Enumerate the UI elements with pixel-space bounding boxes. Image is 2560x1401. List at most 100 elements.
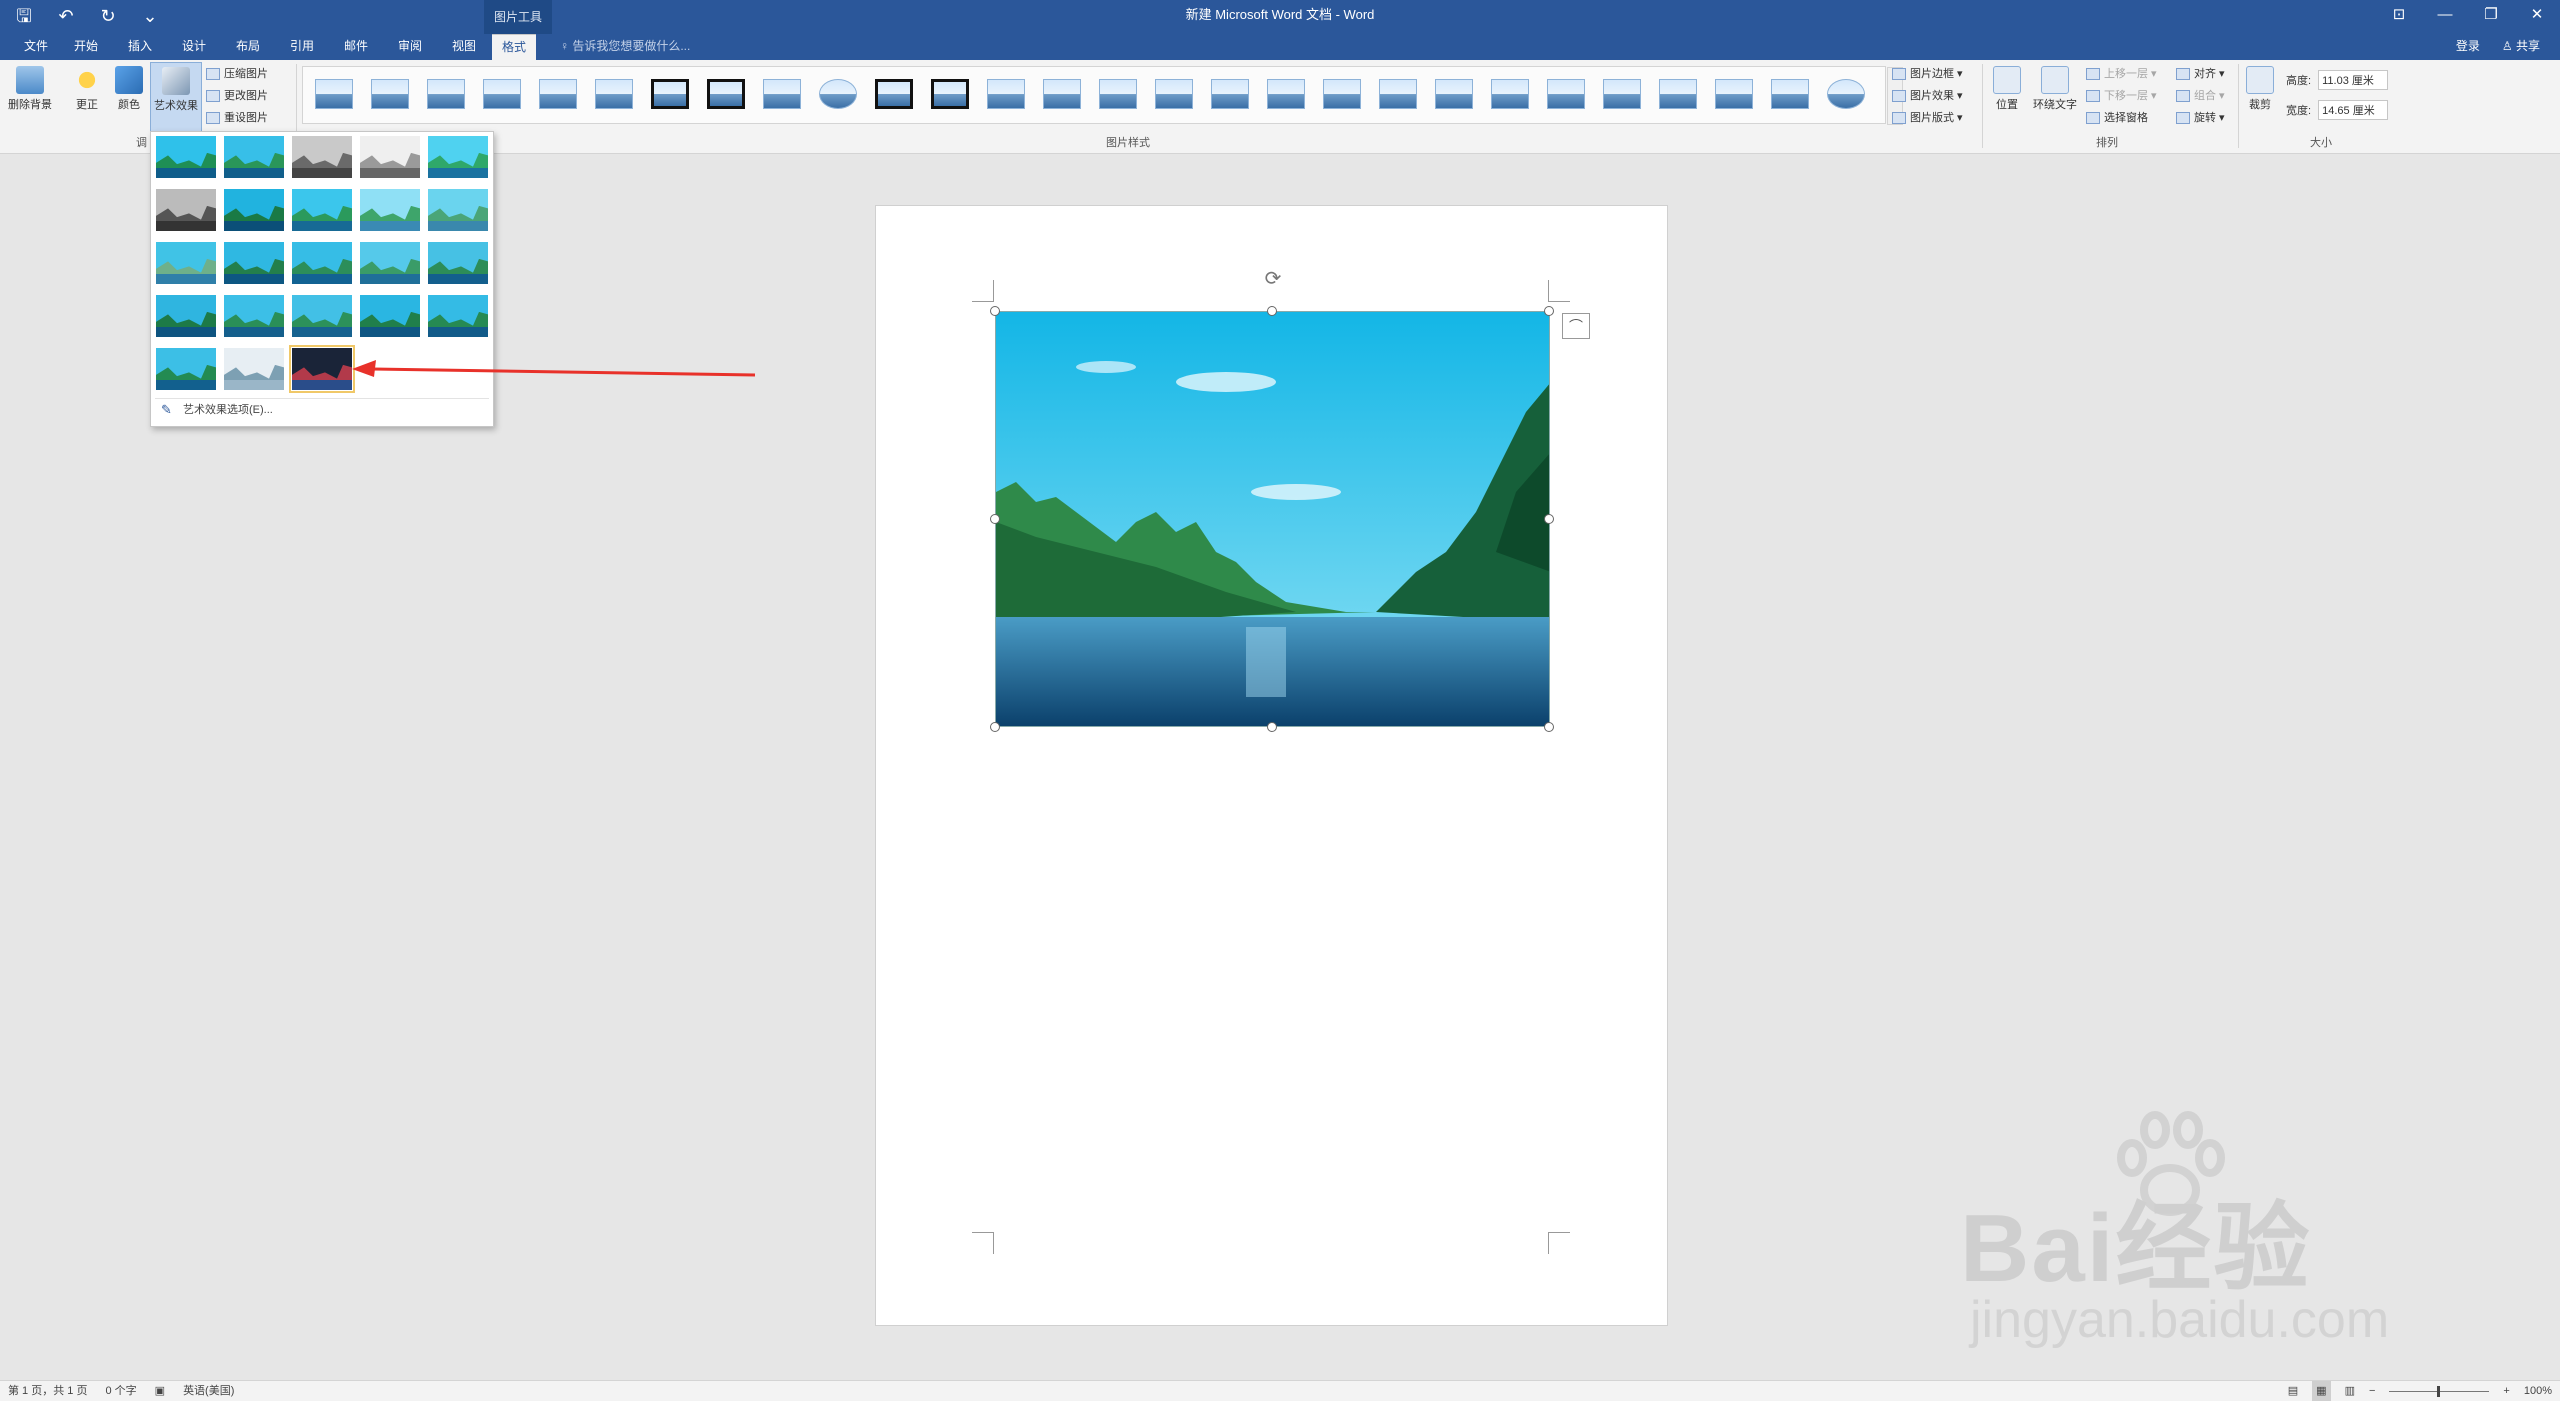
picture-style-option[interactable] (311, 73, 357, 117)
picture-style-option[interactable] (1655, 73, 1701, 117)
resize-handle[interactable] (990, 306, 1000, 316)
artistic-effect-option[interactable] (223, 294, 285, 338)
artistic-effect-option[interactable] (291, 241, 353, 285)
tab-review[interactable]: 审阅 (388, 34, 432, 60)
width-input[interactable] (2318, 100, 2389, 120)
artistic-effect-option[interactable] (359, 241, 421, 285)
undo-icon[interactable]: ↶ (54, 4, 78, 28)
artistic-effect-option[interactable] (289, 345, 355, 393)
ribbon-display-options-icon[interactable]: ⊡ (2376, 0, 2422, 30)
height-input[interactable] (2318, 70, 2389, 90)
share-button[interactable]: ♙ 共享 (2502, 34, 2540, 58)
group-button[interactable]: 组合 ▾ (2176, 86, 2225, 106)
resize-handle[interactable] (990, 514, 1000, 524)
artistic-effect-option[interactable] (291, 188, 353, 232)
artistic-effect-option[interactable] (155, 135, 217, 179)
bring-forward-button[interactable]: 上移一层 ▾ (2086, 64, 2157, 84)
artistic-effect-option[interactable] (155, 241, 217, 285)
rotate-handle-icon[interactable]: ⟳ (1260, 266, 1286, 292)
picture-style-option[interactable] (1543, 73, 1589, 117)
tab-references[interactable]: 引用 (280, 34, 324, 60)
picture-style-option[interactable] (1207, 73, 1253, 117)
zoom-in-button[interactable]: + (2503, 1381, 2509, 1401)
picture-style-option[interactable] (1711, 73, 1757, 117)
reset-picture-button[interactable]: 重设图片 (206, 108, 268, 128)
customize-qat-icon[interactable]: ⌄ (138, 4, 162, 28)
artistic-effect-option[interactable] (223, 188, 285, 232)
web-layout-icon[interactable]: ▥ (2345, 1381, 2355, 1401)
change-picture-button[interactable]: 更改图片 (206, 86, 268, 106)
artistic-effect-option[interactable] (155, 188, 217, 232)
color-button[interactable]: 颜色 (110, 66, 148, 112)
zoom-out-button[interactable]: − (2369, 1381, 2375, 1401)
picture-style-option[interactable] (1319, 73, 1365, 117)
position-button[interactable]: 位置 (1988, 66, 2026, 112)
tab-format[interactable]: 格式 (492, 34, 537, 60)
page-count[interactable]: 第 1 页，共 1 页 (8, 1381, 87, 1401)
artistic-effect-option[interactable] (291, 135, 353, 179)
resize-handle[interactable] (1267, 306, 1277, 316)
zoom-level[interactable]: 100% (2524, 1381, 2552, 1401)
minimize-button[interactable]: — (2422, 0, 2468, 30)
zoom-slider-thumb[interactable] (2437, 1385, 2441, 1397)
picture-style-option[interactable] (647, 73, 693, 117)
print-layout-icon[interactable]: ▦ (2312, 1381, 2331, 1401)
read-mode-icon[interactable]: ▤ (2288, 1381, 2298, 1401)
tab-design[interactable]: 设计 (172, 34, 216, 60)
resize-handle[interactable] (1544, 514, 1554, 524)
picture-style-option[interactable] (1599, 73, 1645, 117)
crop-button[interactable]: 裁剪 (2242, 66, 2278, 112)
tell-me-search[interactable]: ♀ 告诉我您想要做什么... (560, 34, 690, 58)
artistic-effect-option[interactable] (427, 241, 489, 285)
picture-layout-button[interactable]: 图片版式 ▾ (1892, 108, 1963, 128)
close-button[interactable]: ✕ (2514, 0, 2560, 30)
redo-icon[interactable]: ↻ (96, 4, 120, 28)
artistic-effect-option[interactable] (427, 294, 489, 338)
tab-home[interactable]: 开始 (64, 34, 108, 60)
tab-file[interactable]: 文件 (14, 34, 58, 60)
tab-mailings[interactable]: 邮件 (334, 34, 378, 60)
restore-button[interactable]: ❐ (2468, 0, 2514, 30)
language-indicator[interactable]: 英语(美国) (183, 1381, 234, 1401)
artistic-effect-option[interactable] (427, 188, 489, 232)
tab-view[interactable]: 视图 (442, 34, 486, 60)
selection-pane-button[interactable]: 选择窗格 (2086, 108, 2148, 128)
align-button[interactable]: 对齐 ▾ (2176, 64, 2225, 84)
inserted-picture[interactable] (995, 311, 1550, 727)
artistic-effect-option[interactable] (427, 135, 489, 179)
picture-border-button[interactable]: 图片边框 ▾ (1892, 64, 1963, 84)
artistic-effect-option[interactable] (155, 294, 217, 338)
word-count[interactable]: 0 个字 (105, 1381, 136, 1401)
picture-effects-button[interactable]: 图片效果 ▾ (1892, 86, 1963, 106)
tab-layout[interactable]: 布局 (226, 34, 270, 60)
picture-style-option[interactable] (1151, 73, 1197, 117)
save-icon[interactable]: 🖫 (12, 4, 36, 28)
picture-style-option[interactable] (815, 73, 861, 117)
zoom-slider[interactable] (2389, 1385, 2490, 1397)
picture-style-option[interactable] (1823, 73, 1869, 117)
tab-insert[interactable]: 插入 (118, 34, 162, 60)
picture-style-option[interactable] (423, 73, 469, 117)
picture-style-option[interactable] (591, 73, 637, 117)
picture-style-option[interactable] (479, 73, 525, 117)
picture-style-option[interactable] (1767, 73, 1813, 117)
picture-style-option[interactable] (759, 73, 805, 117)
layout-options-button[interactable]: ⌒ (1562, 313, 1590, 339)
picture-style-option[interactable] (871, 73, 917, 117)
resize-handle[interactable] (1544, 722, 1554, 732)
send-backward-button[interactable]: 下移一层 ▾ (2086, 86, 2157, 106)
picture-style-option[interactable] (1263, 73, 1309, 117)
picture-style-option[interactable] (367, 73, 413, 117)
remove-background-button[interactable]: 删除背景 (4, 66, 56, 112)
resize-handle[interactable] (1544, 306, 1554, 316)
picture-style-option[interactable] (1487, 73, 1533, 117)
proofing-icon[interactable]: ▣ (155, 1381, 165, 1401)
artistic-effect-option[interactable] (359, 188, 421, 232)
artistic-effect-option[interactable] (359, 294, 421, 338)
picture-style-option[interactable] (1039, 73, 1085, 117)
picture-style-option[interactable] (927, 73, 973, 117)
picture-style-option[interactable] (535, 73, 581, 117)
artistic-effect-option[interactable] (223, 347, 285, 391)
corrections-button[interactable]: 更正 (68, 66, 106, 112)
login-link[interactable]: 登录 (2456, 34, 2480, 58)
